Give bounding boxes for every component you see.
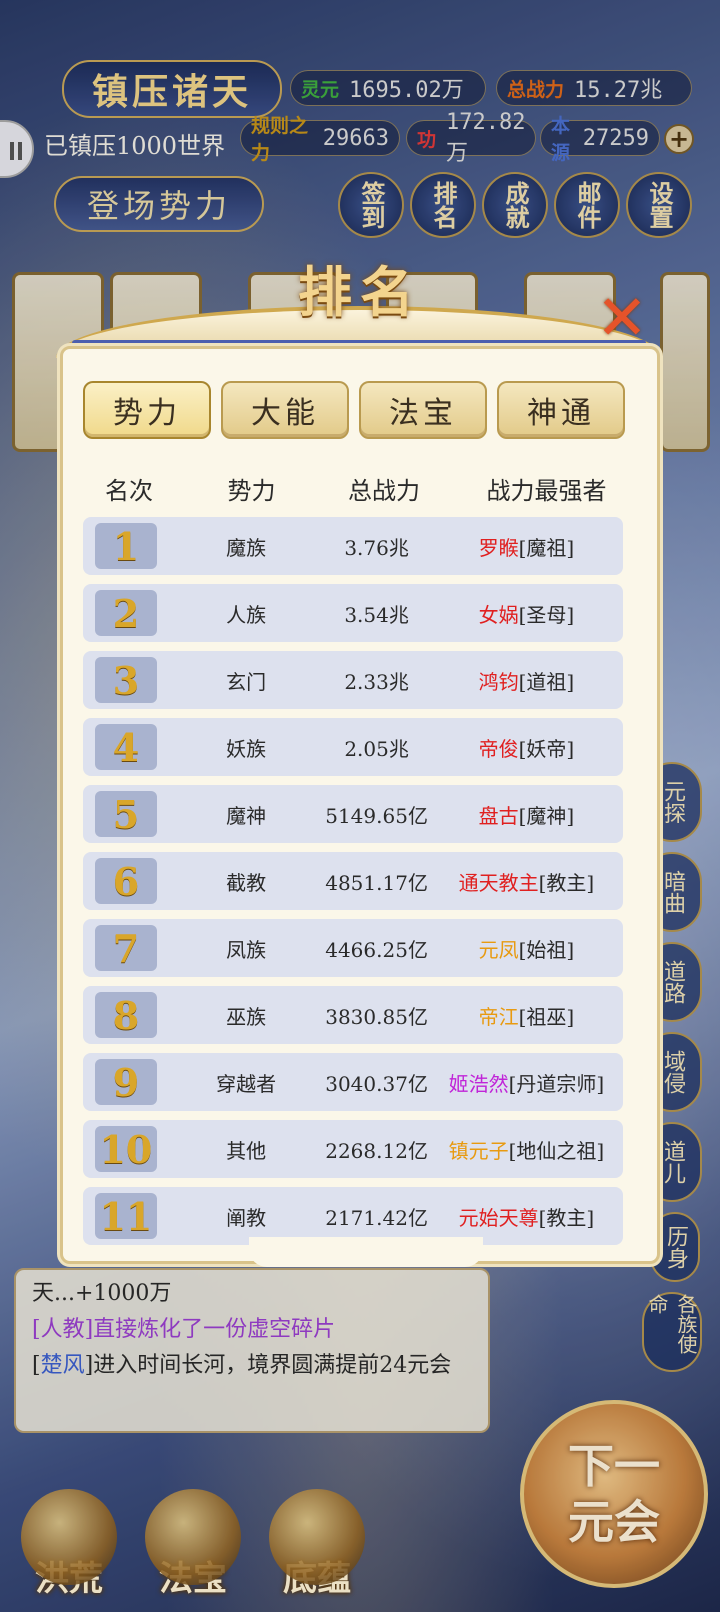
rank-badge: 8 [95,992,157,1038]
faction-power: 2171.42亿 [325,1205,428,1230]
table-row[interactable]: 9 穿越者 3040.37亿 姬浩然[丹道宗师] [83,1053,623,1111]
strongest-member: 元凤[始祖] [430,934,623,963]
ranking-tabs: 势力 大能 法宝 神通 [83,381,625,439]
table-row[interactable]: 5 魔神 5149.65亿 盘古[魔神] [83,785,623,843]
member-title: [妖帝] [518,736,575,761]
faction-name: 妖族 [226,736,267,761]
faction-power: 2268.12亿 [325,1138,428,1163]
faction-power: 3830.85亿 [325,1004,428,1029]
table-row[interactable]: 1 魔族 3.76兆 罗睺[魔祖] [83,517,623,575]
header-strongest: 战力最强者 [486,477,607,505]
table-row[interactable]: 2 人族 3.54兆 女娲[圣母] [83,584,623,642]
faction-name: 魔神 [226,803,267,828]
strongest-member: 镇元子[地仙之祖] [430,1135,623,1164]
strongest-member: 通天教主[教主] [430,867,623,896]
member-title: [道祖] [518,669,575,694]
tab-great-powers[interactable]: 大能 [221,381,349,439]
faction-name: 截教 [226,870,267,895]
member-title: [魔神] [518,803,575,828]
faction-name: 人族 [226,602,267,627]
member-title: [始祖] [518,937,575,962]
faction-power: 5149.65亿 [325,803,428,828]
member-name: 罗睺 [478,535,519,560]
strongest-member: 帝俊[妖帝] [430,733,623,762]
rank-badge: 5 [95,791,157,837]
member-name: 姬浩然 [448,1071,509,1096]
faction-name: 凤族 [226,937,267,962]
modal-bottom-notch [249,1237,483,1267]
rank-badge: 3 [95,657,157,703]
member-title: [祖巫] [518,1004,575,1029]
faction-name: 魔族 [226,535,267,560]
tab-factions[interactable]: 势力 [83,381,211,439]
faction-name: 阐教 [226,1205,267,1230]
table-row[interactable]: 10 其他 2268.12亿 镇元子[地仙之祖] [83,1120,623,1178]
member-title: [地仙之祖] [508,1138,605,1163]
member-title: [教主] [538,870,595,895]
rank-badge: 9 [95,1059,157,1105]
member-name: 女娲 [478,602,519,627]
faction-power: 4851.17亿 [325,870,428,895]
member-title: [魔祖] [518,535,575,560]
rank-badge: 2 [95,590,157,636]
member-title: [丹道宗师] [508,1071,605,1096]
member-name: 盘古 [478,803,519,828]
faction-name: 其他 [226,1138,267,1163]
table-row[interactable]: 3 玄门 2.33兆 鸿钧[道祖] [83,651,623,709]
modal-title: 排名 [298,260,422,324]
rank-badge: 6 [95,858,157,904]
strongest-member: 元始天尊[教主] [430,1202,623,1231]
table-header: 名次 势力 总战力 战力最强者 [79,471,649,511]
rank-badge: 1 [95,523,157,569]
close-icon[interactable]: ✕ [594,287,650,349]
strongest-member: 女娲[圣母] [430,599,623,628]
member-name: 镇元子 [448,1138,509,1163]
tab-abilities[interactable]: 神通 [497,381,625,439]
faction-power: 3.76兆 [344,535,409,560]
member-name: 元始天尊 [458,1205,539,1230]
faction-name: 穿越者 [216,1071,277,1096]
rank-badge: 7 [95,925,157,971]
member-title: [圣母] [518,602,575,627]
member-name: 帝俊 [478,736,519,761]
member-name: 元凤 [478,937,519,962]
faction-power: 3.54兆 [344,602,409,627]
rank-badge: 4 [95,724,157,770]
strongest-member: 盘古[魔神] [430,800,623,829]
table-row[interactable]: 4 妖族 2.05兆 帝俊[妖帝] [83,718,623,776]
faction-name: 玄门 [226,669,267,694]
faction-power: 2.33兆 [344,669,409,694]
rank-badge: 10 [95,1126,157,1172]
strongest-member: 帝江[祖巫] [430,1001,623,1030]
table-row[interactable]: 6 截教 4851.17亿 通天教主[教主] [83,852,623,910]
faction-name: 巫族 [226,1004,267,1029]
faction-power: 3040.37亿 [325,1071,428,1096]
tab-treasures[interactable]: 法宝 [359,381,487,439]
strongest-member: 罗睺[魔祖] [430,532,623,561]
ranking-modal: 势力 大能 法宝 神通 名次 势力 总战力 战力最强者 1 魔族 3.76兆 罗睺[魔… [60,346,660,1267]
table-row[interactable]: 7 凤族 4466.25亿 元凤[始祖] [83,919,623,977]
strongest-member: 姬浩然[丹道宗师] [430,1068,623,1097]
header-rank: 名次 [105,477,153,505]
rank-badge: 11 [95,1193,157,1239]
header-power: 总战力 [348,477,420,505]
faction-power: 4466.25亿 [325,937,428,962]
member-name: 鸿钧 [478,669,519,694]
strongest-member: 鸿钧[道祖] [430,666,623,695]
faction-power: 2.05兆 [344,736,409,761]
ranking-list: 1 魔族 3.76兆 罗睺[魔祖] 2 人族 3.54兆 女娲[圣母] 3 玄门 2.33兆 鸿钧[道… [83,517,623,1254]
table-row[interactable]: 8 巫族 3830.85亿 帝江[祖巫] [83,986,623,1044]
member-name: 帝江 [478,1004,519,1029]
header-faction: 势力 [227,477,276,505]
member-name: 通天教主 [458,870,539,895]
member-title: [教主] [538,1205,595,1230]
